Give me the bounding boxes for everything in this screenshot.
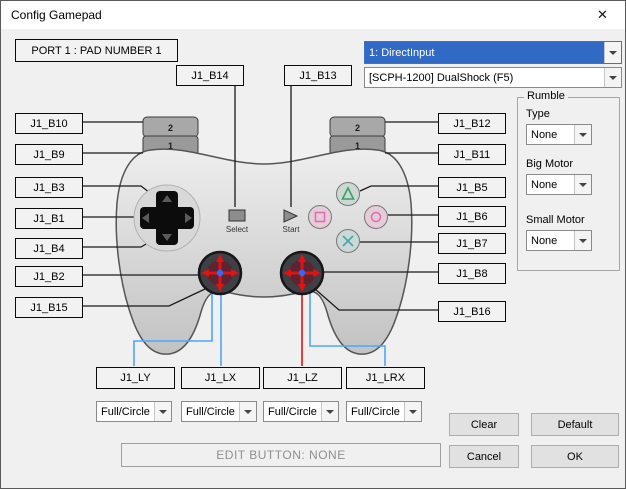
binding-button-b5[interactable]: J1_B5 — [438, 177, 506, 198]
axis-mode-select-ly[interactable]: Full/Circle — [96, 401, 172, 422]
l1-label: 1 — [168, 141, 173, 151]
start-label: Start — [283, 225, 301, 234]
circle-icon — [370, 211, 382, 223]
binding-button-b15[interactable]: J1_B15 — [15, 297, 83, 318]
cross-icon — [342, 235, 354, 247]
rumble-type-label: Type — [526, 108, 550, 120]
rumble-big-motor-label: Big Motor — [526, 158, 574, 170]
binding-button-b6[interactable]: J1_B6 — [438, 206, 506, 227]
device-select-value: [SCPH-1200] DualShock (F5) — [369, 71, 514, 84]
r1-label: 1 — [355, 141, 360, 151]
binding-axis-lrx[interactable]: J1_LRX — [346, 367, 425, 389]
chevron-down-icon[interactable] — [574, 231, 591, 250]
axis-mode-value: Full/Circle — [101, 405, 150, 418]
binding-axis-lx[interactable]: J1_LX — [181, 367, 260, 389]
square-icon — [314, 211, 326, 223]
left-analog-stick — [197, 250, 243, 296]
binding-button-b10[interactable]: J1_B10 — [15, 113, 83, 134]
binding-button-b12[interactable]: J1_B12 — [438, 113, 506, 134]
rumble-type-select[interactable]: None — [526, 124, 592, 145]
rumble-group: Rumble Type None Big Motor None Small Mo… — [517, 90, 620, 271]
triangle-icon — [341, 186, 355, 200]
binding-button-b3[interactable]: J1_B3 — [15, 177, 83, 198]
rumble-small-motor-value: None — [531, 234, 558, 247]
rumble-small-motor-label: Small Motor — [526, 214, 585, 226]
axis-mode-select-lx[interactable]: Full/Circle — [181, 401, 257, 422]
face-buttons — [308, 182, 388, 253]
right-analog-stick — [279, 250, 325, 296]
default-button[interactable]: Default — [531, 413, 619, 436]
port-label[interactable]: PORT 1 : PAD NUMBER 1 — [15, 39, 178, 62]
axis-mode-value: Full/Circle — [186, 405, 235, 418]
binding-axis-ly[interactable]: J1_LY — [96, 367, 175, 389]
device-select[interactable]: [SCPH-1200] DualShock (F5) — [364, 67, 622, 88]
chevron-down-icon[interactable] — [604, 42, 621, 63]
axis-mode-select-lrx[interactable]: Full/Circle — [346, 401, 422, 422]
rumble-group-title: Rumble — [524, 90, 568, 102]
axis-lines-blue — [133, 289, 386, 366]
dpad — [133, 184, 201, 252]
binding-button-b2[interactable]: J1_B2 — [15, 266, 83, 287]
axis-mode-select-lz[interactable]: Full/Circle — [263, 401, 339, 422]
select-label: Select — [226, 225, 249, 234]
api-select[interactable]: 1: DirectInput — [364, 41, 622, 64]
config-gamepad-dialog: Config Gamepad ✕ 2 1 2 1 Select Start PO… — [0, 0, 626, 489]
chevron-down-icon[interactable] — [154, 402, 171, 421]
binding-button-b13[interactable]: J1_B13 — [284, 65, 352, 86]
chevron-down-icon[interactable] — [574, 125, 591, 144]
rumble-small-motor-select[interactable]: None — [526, 230, 592, 251]
title-bar: Config Gamepad ✕ — [1, 1, 625, 29]
ok-button[interactable]: OK — [531, 445, 619, 468]
rumble-big-motor-value: None — [531, 178, 558, 191]
binding-button-b9[interactable]: J1_B9 — [15, 144, 83, 165]
right-shoulder-buttons: 2 1 — [329, 116, 386, 156]
chevron-down-icon[interactable] — [321, 402, 338, 421]
binding-button-b4[interactable]: J1_B4 — [15, 238, 83, 259]
binding-button-b7[interactable]: J1_B7 — [438, 233, 506, 254]
api-select-value: 1: DirectInput — [365, 42, 604, 63]
binding-button-b14[interactable]: J1_B14 — [176, 65, 244, 86]
axis-mode-value: Full/Circle — [351, 405, 400, 418]
window-title: Config Gamepad — [11, 8, 102, 22]
rumble-big-motor-select[interactable]: None — [526, 174, 592, 195]
binding-button-b8[interactable]: J1_B8 — [438, 263, 506, 284]
binding-button-b1[interactable]: J1_B1 — [15, 208, 83, 229]
chevron-down-icon[interactable] — [604, 68, 621, 87]
controller-body — [115, 148, 413, 355]
chevron-down-icon[interactable] — [404, 402, 421, 421]
start-button-graphic: Start — [283, 209, 301, 234]
binding-button-b11[interactable]: J1_B11 — [438, 144, 506, 165]
left-shoulder-buttons: 2 1 — [142, 116, 199, 156]
close-icon[interactable]: ✕ — [580, 1, 625, 29]
l2-label: 2 — [168, 123, 173, 133]
connector-lines — [81, 84, 438, 311]
rumble-type-value: None — [531, 128, 558, 141]
select-button-graphic: Select — [226, 209, 249, 234]
binding-button-b16[interactable]: J1_B16 — [438, 301, 506, 322]
chevron-down-icon[interactable] — [239, 402, 256, 421]
axis-mode-value: Full/Circle — [268, 405, 317, 418]
edit-status: EDIT BUTTON: NONE — [121, 443, 441, 467]
clear-button[interactable]: Clear — [449, 413, 519, 436]
binding-axis-lz[interactable]: J1_LZ — [263, 367, 342, 389]
cancel-button[interactable]: Cancel — [449, 445, 519, 468]
chevron-down-icon[interactable] — [574, 175, 591, 194]
r2-label: 2 — [355, 123, 360, 133]
